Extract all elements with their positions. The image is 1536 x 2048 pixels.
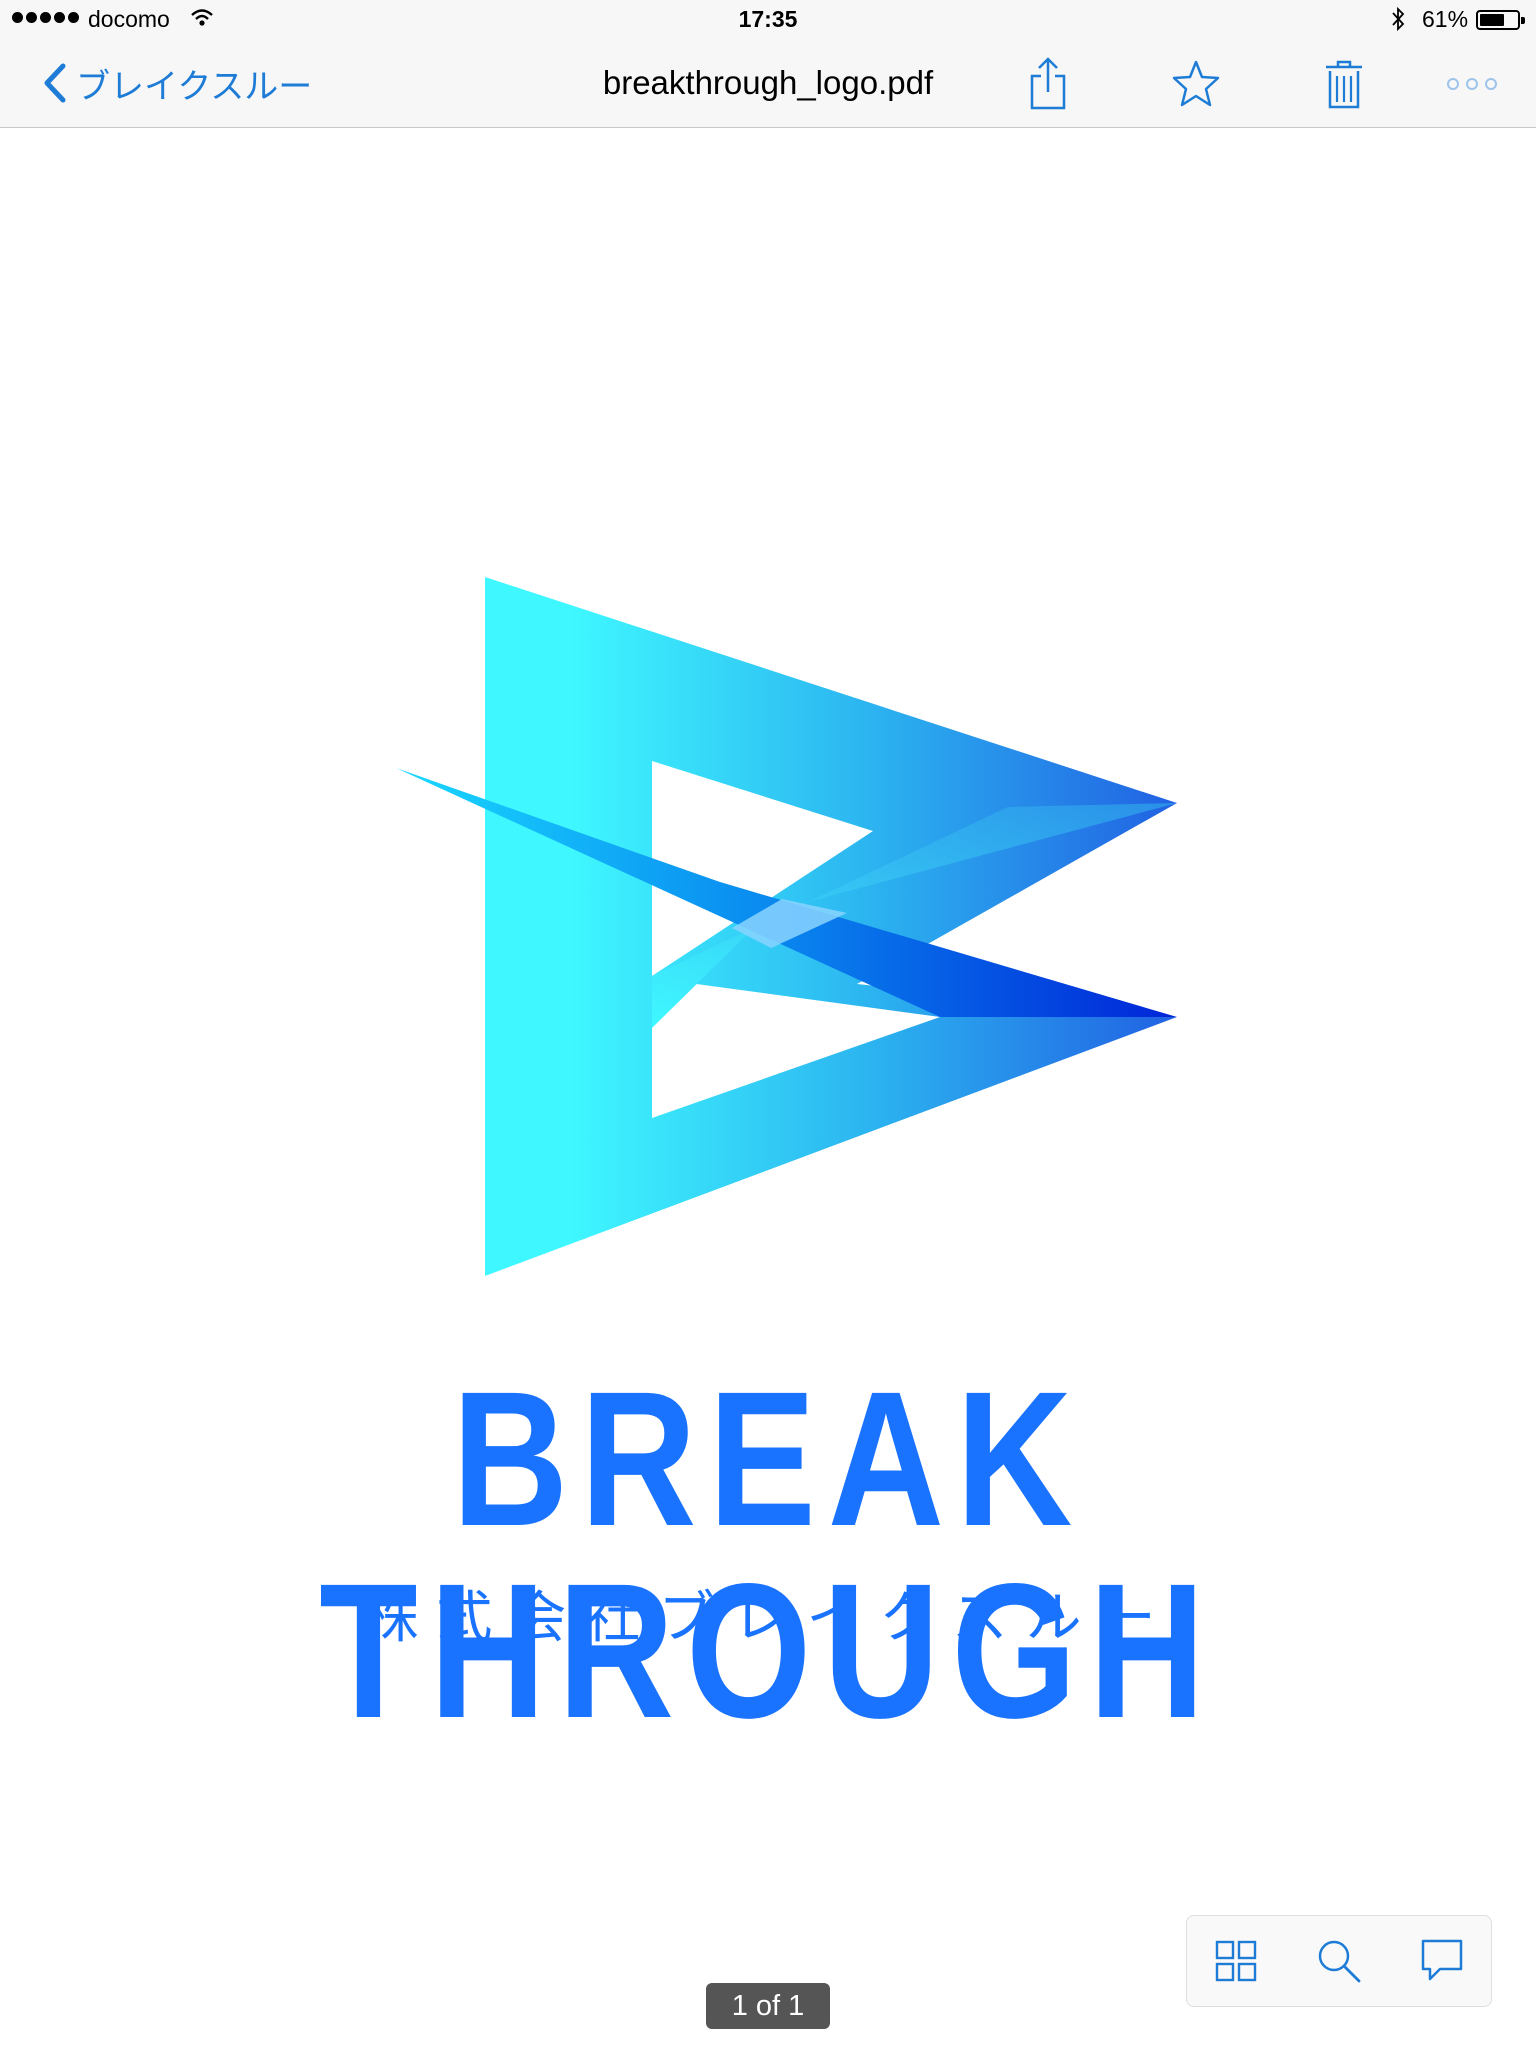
pdf-page[interactable]: BREAK THROUGH 株式会社ブレイクスルー [0, 128, 1536, 2048]
trash-icon [1326, 60, 1362, 109]
breakthrough-logo-mark [396, 577, 1177, 1276]
star-icon [1172, 60, 1220, 107]
share-icon [1030, 57, 1066, 110]
search-icon [1318, 1940, 1361, 1983]
thumbnails-button[interactable] [1206, 1931, 1266, 1991]
comment-icon [1421, 1939, 1463, 1981]
comment-button[interactable] [1412, 1931, 1472, 1991]
navigation-bar: ブレイクスルー breakthrough_logo.pdf [0, 40, 1536, 128]
pdf-tools-panel [1186, 1915, 1492, 2007]
battery-icon [1476, 10, 1525, 30]
status-bar: docomo 17:35 61% [0, 0, 1536, 40]
document-title: breakthrough_logo.pdf [602, 64, 934, 101]
favorite-button[interactable] [1166, 54, 1226, 114]
thumbnail-grid-icon [1215, 1940, 1257, 1982]
bluetooth-icon [1392, 6, 1405, 32]
brand-name: BREAK THROUGH [319, 1351, 1217, 1758]
share-button[interactable] [1018, 54, 1078, 114]
delete-button[interactable] [1314, 54, 1374, 114]
search-button[interactable] [1309, 1931, 1369, 1991]
company-name: 株式会社ブレイクスルー [362, 1586, 1174, 1651]
more-icon [1447, 78, 1497, 90]
more-options-button[interactable] [1442, 54, 1502, 114]
clock: 17:35 [738, 6, 798, 32]
page-indicator: 1 of 1 [706, 1983, 830, 2029]
battery-percentage: 61% [1422, 6, 1469, 32]
